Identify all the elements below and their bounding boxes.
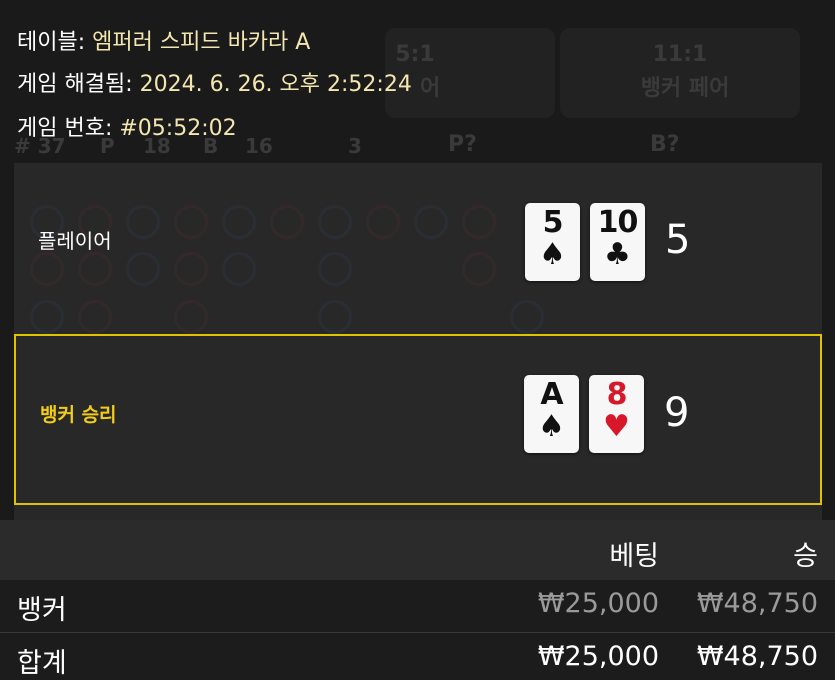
resolved-value: 2024. 6. 26. 오후 2:52:24 [139,72,412,97]
table-value: 엠퍼러 스피드 바카라 A [92,30,311,55]
table-name-line: 테이블: 엠퍼러 스피드 바카라 A [17,24,310,56]
game-number-line: 게임 번호: #05:52:02 [17,110,237,142]
win-amount: ₩48,750 [696,588,818,619]
card-rank: 5 [542,205,564,240]
bg-text: P? [448,132,477,157]
bet-name: 뱅커 [17,595,67,626]
banker-hand: 뱅커 승리 A ♠ 8 ♥ 9 [14,334,822,505]
resolved-time-line: 게임 해결됨: 2024. 6. 26. 오후 2:52:24 [17,66,412,98]
player-hand: 플레이어 5 ♠ 10 ♣ 5 [14,183,822,293]
banker-card-2: 8 ♥ [589,375,644,453]
banker-card-1: A ♠ [524,375,579,453]
card-rank: 8 [606,377,628,412]
bg-text: 16 [245,134,273,158]
game-number-label: 게임 번호: [17,116,113,141]
card-rank: 10 [597,205,639,240]
spade-icon: ♠ [539,237,566,272]
card-rank: A [540,377,563,412]
bg-text: 5:1 [395,42,435,67]
bg-text: 어 [420,76,441,101]
bg-text: 3 [348,134,362,158]
bg-text: B? [650,132,680,157]
table-row: 뱅커 ₩25,000 ₩48,750 [0,580,835,633]
game-number-value: #05:52:02 [119,116,237,141]
heart-icon: ♥ [603,409,630,444]
bg-text: 11:1 [652,42,708,67]
banker-score: 9 [664,390,690,436]
round-result-panel: 플레이어 5 ♠ 10 ♣ 5 뱅커 승리 A ♠ 8 ♥ 9 [14,163,822,520]
total-win-amount: ₩48,750 [696,641,818,672]
total-bet-amount: ₩25,000 [537,641,659,672]
bet-column-header: 베팅 [609,541,659,572]
player-label: 플레이어 [38,229,112,253]
player-card-2: 10 ♣ [590,203,645,281]
table-label: 테이블: [17,30,86,55]
bet-amount: ₩25,000 [537,588,659,619]
bets-table-header: 베팅 승 [0,520,835,580]
player-score: 5 [665,217,691,263]
bg-text: 뱅커 페어 [640,76,730,101]
player-card-1: 5 ♠ [525,203,580,281]
total-row: 합계 ₩25,000 ₩48,750 [0,633,835,680]
banker-win-label: 뱅커 승리 [40,404,117,426]
spade-icon: ♠ [538,409,565,444]
club-icon: ♣ [604,237,631,272]
resolved-label: 게임 해결됨: [17,72,133,97]
win-column-header: 승 [793,541,818,572]
total-label: 합계 [17,648,67,679]
